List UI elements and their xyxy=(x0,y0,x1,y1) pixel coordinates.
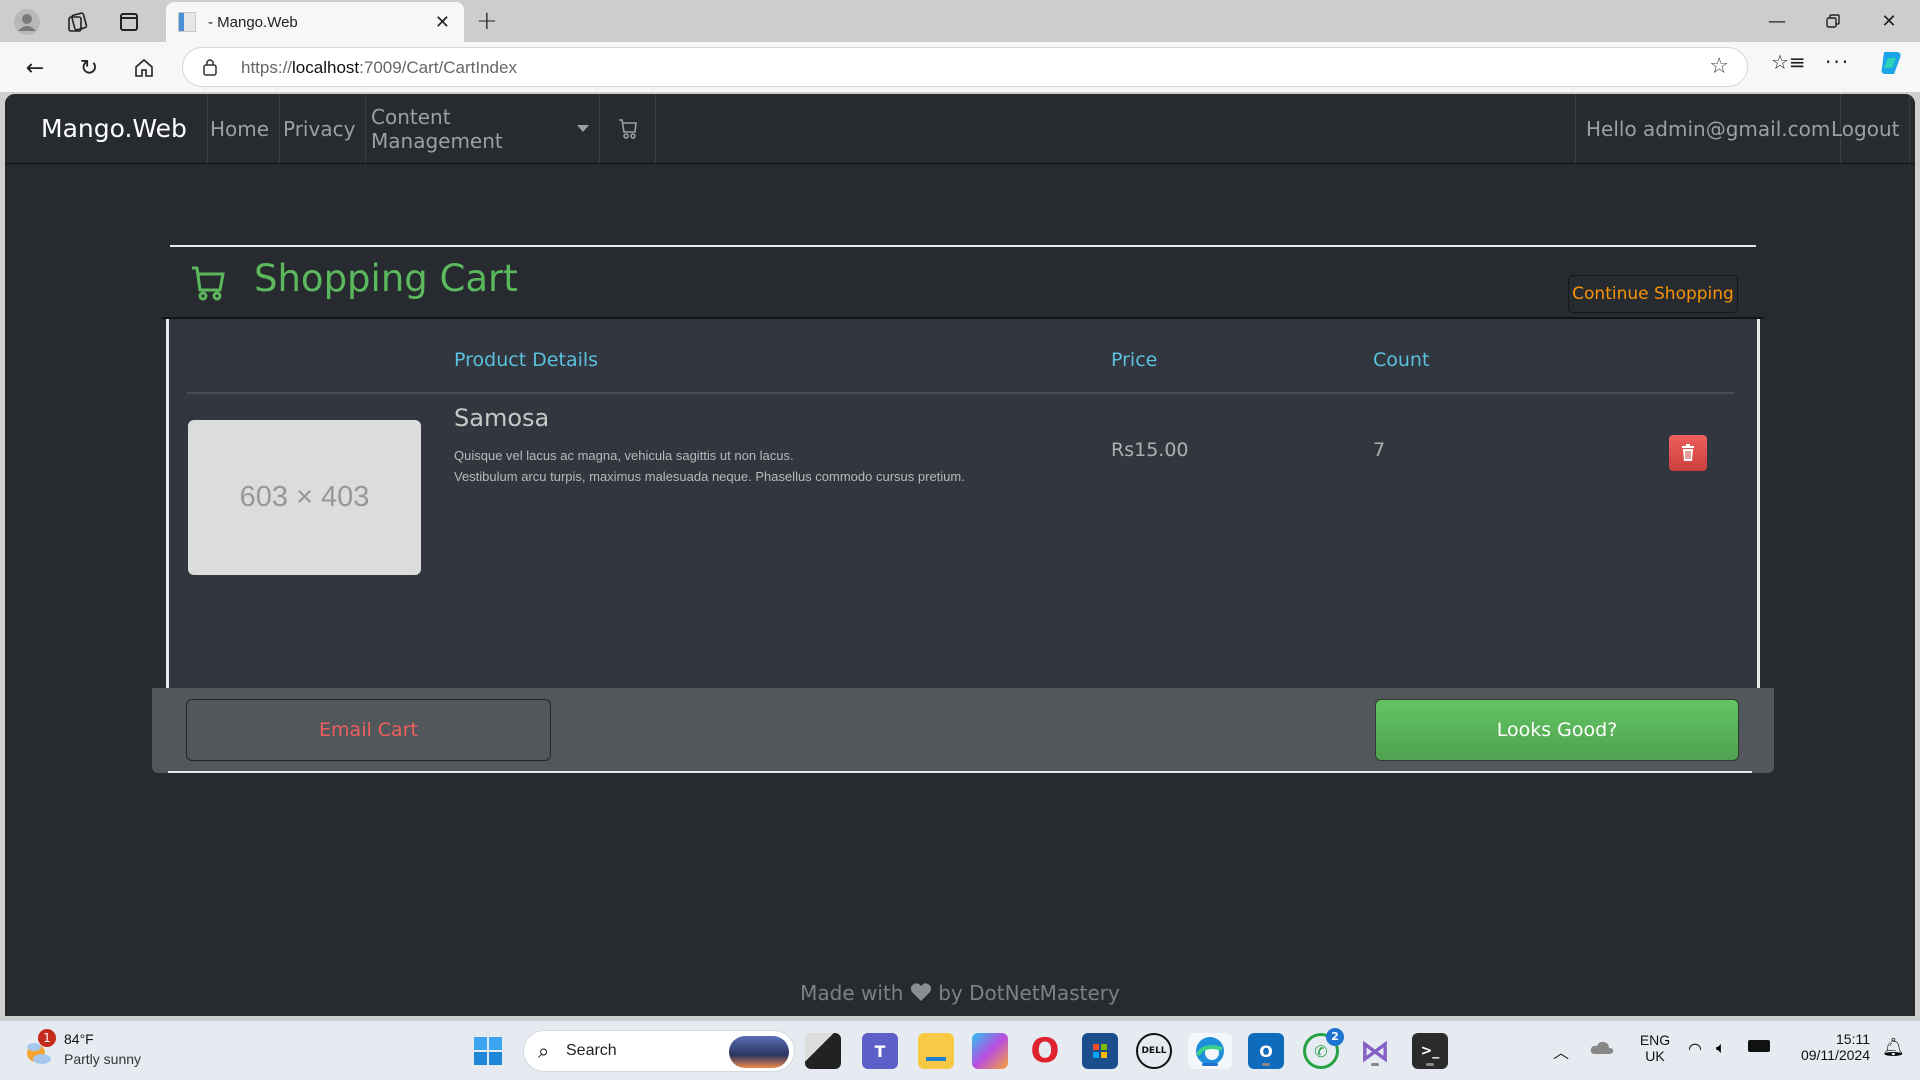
show-hidden-icons-chevron-icon[interactable]: ︿ xyxy=(1553,1039,1569,1063)
browser-tab-bar: - Mango.Web ✕ + — ✕ xyxy=(0,0,1920,42)
start-button[interactable] xyxy=(470,1033,506,1069)
tab-title: - Mango.Web xyxy=(208,13,298,31)
running-indicator xyxy=(1371,1063,1379,1066)
card-bottom-border xyxy=(168,771,1752,773)
windows-taskbar: 1 84°F Partly sunny ⌕ Search T O DELL O … xyxy=(0,1020,1920,1080)
url-path: :7009/Cart/CartIndex xyxy=(359,58,517,77)
edge-icon[interactable] xyxy=(1188,1033,1232,1069)
taskbar-search[interactable]: ⌕ Search xyxy=(523,1030,795,1072)
language-line2: UK xyxy=(1645,1048,1665,1064)
teams-icon[interactable]: T xyxy=(862,1033,898,1069)
favorites-icon[interactable]: ☆≡ xyxy=(1771,50,1806,74)
page-favicon-icon xyxy=(178,12,196,32)
active-indicator xyxy=(1202,1063,1218,1066)
site-footer: Made with by DotNetMastery xyxy=(5,981,1915,1005)
cart-summary-row: Coupon: Remove Order Total: Rs105.00 xyxy=(166,319,1760,760)
copilot-app-icon[interactable] xyxy=(972,1033,1008,1069)
tab-close-icon[interactable]: ✕ xyxy=(435,12,450,33)
weather-temp: 84°F xyxy=(64,1031,94,1047)
battery-icon[interactable] xyxy=(1748,1040,1770,1052)
url-host: localhost xyxy=(292,58,360,77)
minimize-icon[interactable]: — xyxy=(1754,6,1800,36)
nav-greeting[interactable]: Hello admin@gmail.com xyxy=(1575,94,1842,163)
nav-content-management-label: Content Management xyxy=(371,104,503,153)
clock[interactable]: 15:11 09/11/2024 xyxy=(1785,1031,1870,1063)
browser-tab[interactable]: - Mango.Web ✕ xyxy=(166,2,464,42)
checkout-button[interactable]: Looks Good? xyxy=(1375,699,1739,761)
lock-icon[interactable] xyxy=(203,58,217,76)
running-indicator xyxy=(1426,1063,1434,1066)
home-icon[interactable] xyxy=(127,52,161,84)
address-bar-row: ← ↻ https://localhost:7009/Cart/CartInde… xyxy=(0,42,1920,93)
search-highlight-image xyxy=(729,1036,789,1068)
new-tab-icon[interactable]: + xyxy=(476,6,498,36)
whatsapp-badge: 2 xyxy=(1326,1028,1344,1046)
site-navbar: Mango.Web Home Privacy Content Managemen… xyxy=(5,94,1915,164)
copilot-icon[interactable] xyxy=(1876,48,1906,83)
chevron-down-icon xyxy=(577,125,589,132)
more-options-icon[interactable]: ··· xyxy=(1825,50,1850,74)
onedrive-icon[interactable] xyxy=(1590,1039,1614,1059)
url-input[interactable]: https://localhost:7009/Cart/CartIndex ☆ xyxy=(182,47,1748,87)
close-window-icon[interactable]: ✕ xyxy=(1866,6,1912,36)
nav-privacy[interactable]: Privacy xyxy=(273,94,367,163)
wifi-icon[interactable]: ◠ xyxy=(1688,1039,1702,1058)
weather-widget[interactable]: 1 84°F Partly sunny xyxy=(22,1029,162,1073)
back-icon[interactable]: ← xyxy=(18,52,52,84)
favorite-star-icon[interactable]: ☆ xyxy=(1709,54,1729,79)
cart-card-footer: Email Cart Looks Good? xyxy=(152,688,1774,773)
notifications-bell-icon[interactable]: 🔔︎ xyxy=(1882,1037,1905,1058)
page-title: Shopping Cart xyxy=(254,257,518,300)
windows-logo-icon xyxy=(474,1037,502,1065)
profile-icon[interactable] xyxy=(8,8,46,36)
dell-icon[interactable]: DELL xyxy=(1136,1033,1172,1069)
language-line1: ENG xyxy=(1639,1032,1671,1048)
workspaces-icon[interactable] xyxy=(58,8,96,36)
clock-date: 09/11/2024 xyxy=(1800,1047,1870,1063)
opera-icon[interactable]: O xyxy=(1027,1031,1063,1071)
task-view-icon[interactable] xyxy=(805,1033,841,1069)
footer-prefix: Made with xyxy=(800,981,904,1005)
nav-content-management[interactable]: Content Management xyxy=(357,94,600,163)
email-cart-button[interactable]: Email Cart xyxy=(186,699,551,761)
outlook-icon[interactable]: O xyxy=(1248,1033,1284,1069)
restore-icon[interactable] xyxy=(1810,6,1856,36)
clock-time: 15:11 xyxy=(1836,1031,1870,1047)
footer-suffix: by DotNetMastery xyxy=(938,981,1120,1005)
language-indicator[interactable]: ENG UK xyxy=(1635,1032,1675,1064)
url-text: https://localhost:7009/Cart/CartIndex xyxy=(241,58,517,78)
tab-actions-icon[interactable] xyxy=(110,8,148,36)
microsoft-store-icon[interactable] xyxy=(1082,1033,1118,1069)
search-label: Search xyxy=(566,1042,617,1059)
shopping-cart-icon xyxy=(192,266,225,301)
file-explorer-icon[interactable] xyxy=(918,1033,954,1069)
nav-cart-link[interactable] xyxy=(600,94,656,163)
continue-shopping-button[interactable]: Continue Shopping xyxy=(1568,275,1738,313)
running-indicator xyxy=(1262,1063,1270,1066)
nav-home[interactable]: Home xyxy=(200,94,281,163)
url-prefix: https:// xyxy=(241,58,293,77)
nav-logout[interactable]: Logout xyxy=(1821,94,1911,163)
page-viewport: Mango.Web Home Privacy Content Managemen… xyxy=(5,94,1915,1016)
cart-card-header: Shopping Cart Continue Shopping xyxy=(162,247,1764,319)
volume-icon[interactable]: 🔈︎ xyxy=(1716,1038,1726,1058)
visual-studio-icon[interactable]: ⋈ xyxy=(1357,1033,1393,1069)
search-icon: ⌕ xyxy=(538,1039,550,1063)
brand-link[interactable]: Mango.Web xyxy=(5,94,208,163)
terminal-icon[interactable]: >_ xyxy=(1412,1033,1448,1069)
weather-desc: Partly sunny xyxy=(64,1051,142,1067)
weather-badge: 1 xyxy=(38,1029,56,1047)
whatsapp-icon[interactable]: ✆ 2 xyxy=(1303,1028,1344,1069)
refresh-icon[interactable]: ↻ xyxy=(72,52,106,84)
cart-icon xyxy=(618,118,637,139)
heart-icon xyxy=(910,983,931,1001)
